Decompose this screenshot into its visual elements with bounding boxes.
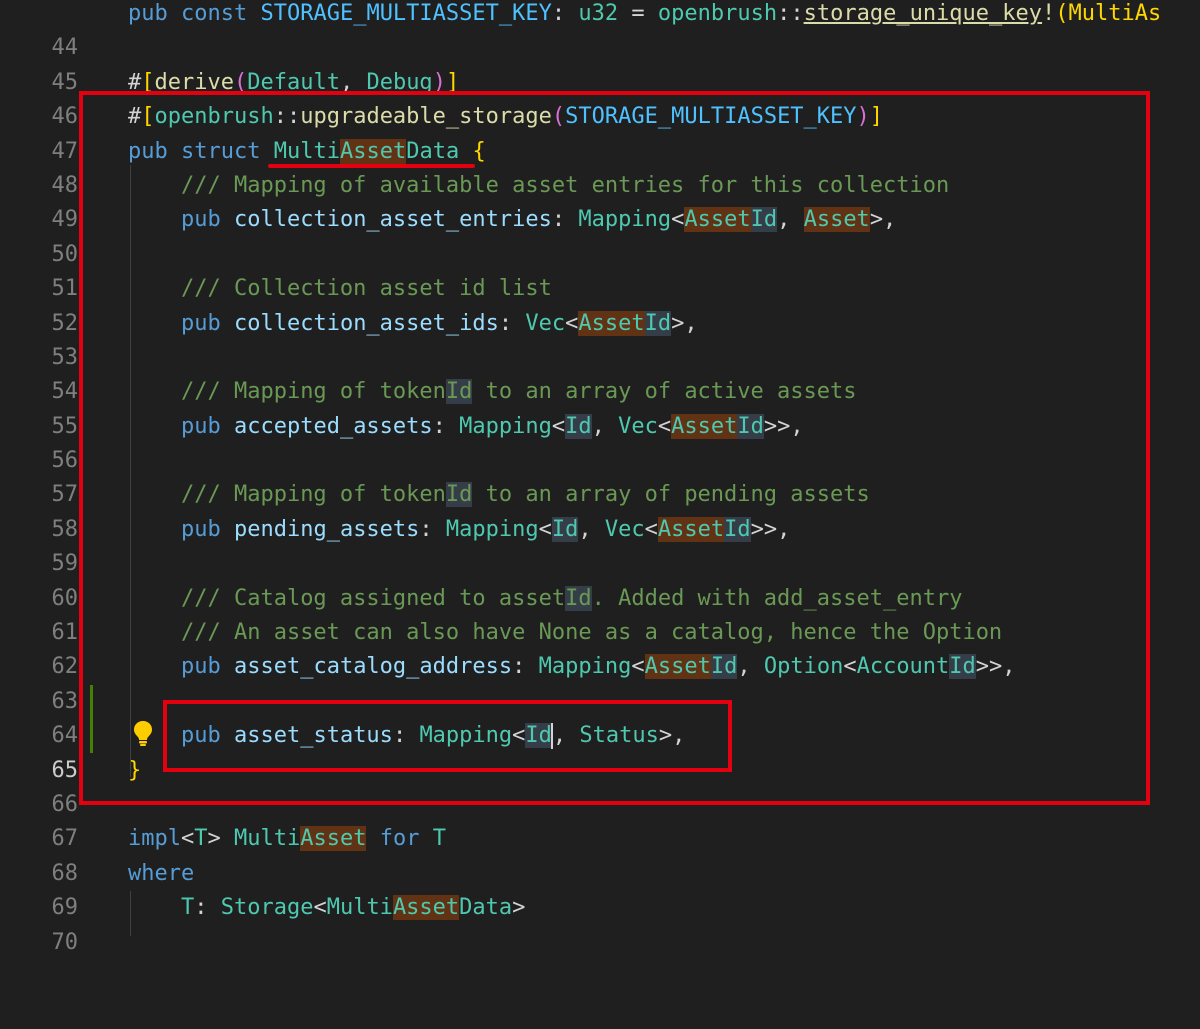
annotation-box-asset-status <box>163 700 732 772</box>
line-code[interactable]: where <box>128 857 194 891</box>
code-line[interactable]: 70 T: Storage<MultiAssetData> <box>0 891 1200 955</box>
line-code[interactable]: T: Storage<MultiAssetData> <box>128 891 525 925</box>
code-line[interactable]: 44 pub const STORAGE_MULTIASSET_KEY: u32… <box>0 0 1200 60</box>
line-code[interactable]: impl<T> MultiAsset for T <box>128 822 446 856</box>
code-line[interactable]: 45 <box>0 31 1200 95</box>
annotation-box-struct <box>79 91 1150 805</box>
code-line[interactable]: 69 where <box>0 857 1200 920</box>
annotation-underline-struct-name <box>268 164 475 168</box>
line-number: 70 <box>51 929 79 955</box>
code-line[interactable]: 68 impl<T> MultiAsset for T <box>0 822 1200 886</box>
line-code[interactable]: pub const STORAGE_MULTIASSET_KEY: u32 = … <box>128 0 1161 31</box>
indent-guide <box>130 891 131 936</box>
